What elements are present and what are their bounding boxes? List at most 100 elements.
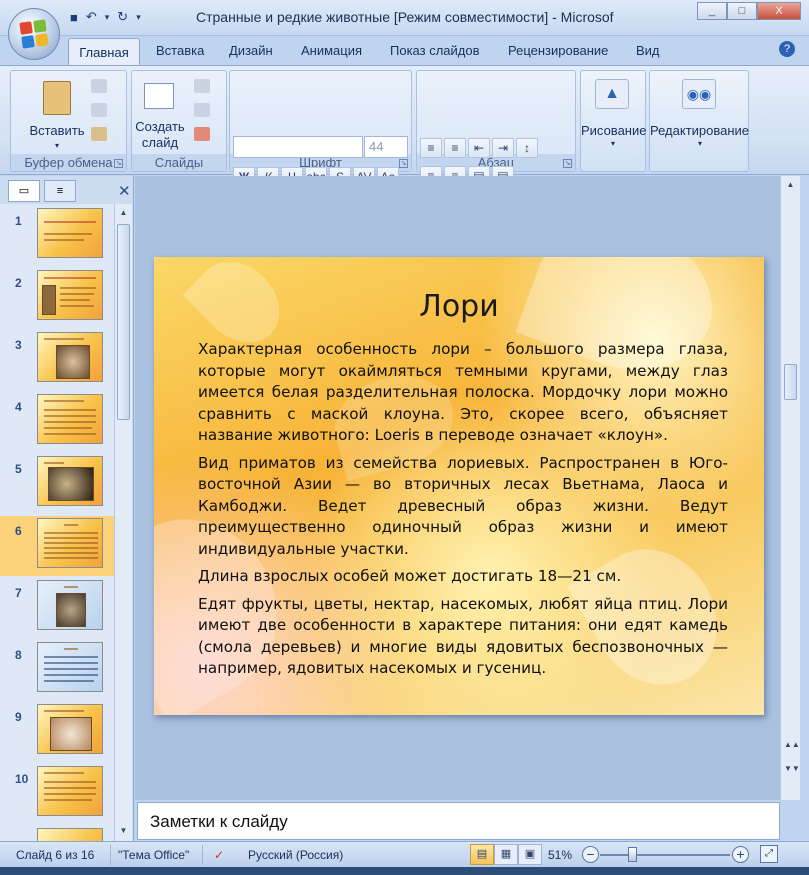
close-button[interactable]: X (757, 2, 801, 20)
thumbnail-image[interactable] (37, 394, 103, 444)
thumbnail-item[interactable]: 2 (0, 268, 114, 328)
thumbnail-item[interactable]: 1 (0, 206, 114, 266)
thumbnail-item[interactable]: 4 (0, 392, 114, 452)
main-scrollbar[interactable]: ▲ ▲▲ ▼▼ (780, 176, 800, 800)
tab-design[interactable]: Дизайн (229, 43, 273, 58)
line-spacing-button[interactable]: ↕ (516, 138, 538, 158)
minimize-button[interactable]: _ (697, 2, 727, 20)
bullets-button[interactable]: ≡ (420, 138, 442, 158)
tab-review[interactable]: Рецензирование (508, 43, 608, 58)
save-icon[interactable]: ■ (70, 10, 78, 25)
customize-qat-icon[interactable]: ▾ (136, 12, 141, 23)
thumbnail-image[interactable] (37, 766, 103, 816)
zoom-level[interactable]: 51% (548, 848, 572, 862)
paste-button[interactable]: Вставить (29, 123, 85, 138)
binoculars-icon[interactable]: ◉◉ (682, 79, 716, 109)
thumbnail-item[interactable]: 8 (0, 640, 114, 700)
font-name-input[interactable] (233, 136, 363, 158)
format-painter-icon[interactable] (91, 127, 107, 141)
normal-view-icon[interactable]: ▤ (470, 844, 494, 865)
sorter-view-icon[interactable]: ▦ (494, 844, 518, 865)
main-scroll-up-icon[interactable]: ▲ (784, 178, 797, 191)
slides-tab-icon[interactable]: ▭ (8, 180, 40, 202)
thumbnail-item[interactable]: 9 (0, 702, 114, 762)
undo-icon[interactable]: ↶ (86, 9, 97, 25)
drawing-icon[interactable]: ▲ (595, 79, 629, 109)
thumbnail-image[interactable] (37, 828, 103, 841)
thumbnail-image[interactable] (37, 642, 103, 692)
next-slide-icon[interactable]: ▼▼ (784, 762, 800, 775)
prev-slide-icon[interactable]: ▲▲ (784, 738, 800, 751)
copy-icon[interactable] (91, 103, 107, 117)
clipboard-group-label: Буфер обмена (11, 154, 126, 171)
redo-icon[interactable]: ↻ (117, 9, 128, 25)
slide-title[interactable]: Лори (154, 289, 764, 324)
spellcheck-icon[interactable]: ✓ (214, 848, 224, 862)
layout-icon[interactable] (194, 79, 210, 93)
tab-animation[interactable]: Анимация (301, 43, 362, 58)
thumbnail-image[interactable] (37, 518, 103, 568)
drawing-dropdown-icon[interactable]: ▾ (605, 139, 621, 148)
notes-pane[interactable]: Заметки к слайду (137, 802, 780, 840)
tab-insert[interactable]: Вставка (156, 43, 204, 58)
new-slide-button[interactable]: Создать (134, 119, 186, 134)
language-indicator[interactable]: Русский (Россия) (248, 848, 343, 862)
thumbnail-item[interactable] (0, 826, 114, 841)
thumbnail-image[interactable] (37, 208, 103, 258)
pane-scroll-thumb[interactable] (117, 224, 130, 420)
new-slide-icon[interactable] (144, 83, 174, 109)
slide-paragraph: Характерная особенность лори – большого … (198, 340, 728, 444)
main-scroll-thumb[interactable] (784, 364, 797, 400)
editing-button[interactable]: Редактирование (650, 123, 749, 138)
slides-pane: ▭ ≡ ✕ 1 2 3 4 5 6 7 8 9 10 ▲ ▼ (0, 176, 134, 841)
tab-view[interactable]: Вид (636, 43, 660, 58)
help-icon[interactable]: ? (779, 41, 795, 57)
tab-slideshow[interactable]: Показ слайдов (390, 43, 480, 58)
reset-icon[interactable] (194, 103, 210, 117)
cut-icon[interactable] (91, 79, 107, 93)
slide-canvas[interactable]: Лори Характерная особенность лори – боль… (154, 257, 764, 715)
thumbnail-item[interactable]: 5 (0, 454, 114, 514)
office-button[interactable] (8, 8, 60, 60)
delete-slide-icon[interactable] (194, 127, 210, 141)
pane-scrollbar[interactable]: ▲ ▼ (114, 204, 132, 841)
drawing-button[interactable]: Рисование (581, 123, 646, 138)
new-slide-button-line2[interactable]: слайд (134, 135, 186, 150)
font-size-input[interactable]: 44 (364, 136, 408, 158)
increase-indent-button[interactable]: ⇥ (492, 138, 514, 158)
slideshow-view-icon[interactable]: ▣ (518, 844, 542, 865)
maximize-button[interactable]: □ (727, 2, 757, 20)
clipboard-launcher-icon[interactable]: ↘ (114, 159, 123, 168)
editing-dropdown-icon[interactable]: ▾ (692, 139, 708, 148)
thumbnail-image[interactable] (37, 270, 103, 320)
thumbnail-number: 7 (15, 586, 22, 600)
thumbnail-image[interactable] (37, 332, 103, 382)
paragraph-launcher-icon[interactable]: ↘ (563, 159, 572, 168)
thumbnail-number: 6 (15, 524, 22, 538)
thumbnail-item[interactable]: 10 (0, 764, 114, 824)
zoom-slider[interactable] (600, 854, 730, 856)
scroll-down-icon[interactable]: ▼ (117, 824, 130, 837)
decrease-indent-button[interactable]: ⇤ (468, 138, 490, 158)
paste-icon[interactable] (43, 81, 71, 115)
zoom-slider-knob[interactable] (628, 847, 637, 862)
thumbnail-image[interactable] (37, 580, 103, 630)
outline-tab-icon[interactable]: ≡ (44, 180, 76, 202)
zoom-in-button[interactable]: + (732, 846, 749, 863)
undo-dropdown-icon[interactable]: ▾ (105, 12, 110, 23)
zoom-out-button[interactable]: − (582, 846, 599, 863)
slide-body[interactable]: Характерная особенность лори – большого … (198, 339, 728, 686)
pane-close-icon[interactable]: ✕ (118, 182, 131, 200)
scroll-up-icon[interactable]: ▲ (117, 206, 130, 219)
thumbnail-image[interactable] (37, 456, 103, 506)
font-launcher-icon[interactable]: ↘ (399, 159, 408, 168)
numbering-button[interactable]: ≡ (444, 138, 466, 158)
thumbnail-item[interactable]: 7 (0, 578, 114, 638)
thumbnail-item-selected[interactable]: 6 (0, 516, 114, 576)
paste-dropdown-icon[interactable]: ▾ (49, 141, 65, 150)
thumbnail-item[interactable]: 3 (0, 330, 114, 390)
thumbnail-image[interactable] (37, 704, 103, 754)
fit-to-window-icon[interactable]: ⤢ (760, 845, 778, 863)
tab-home[interactable]: Главная (68, 38, 140, 67)
theme-name[interactable]: "Тема Office" (118, 848, 189, 862)
